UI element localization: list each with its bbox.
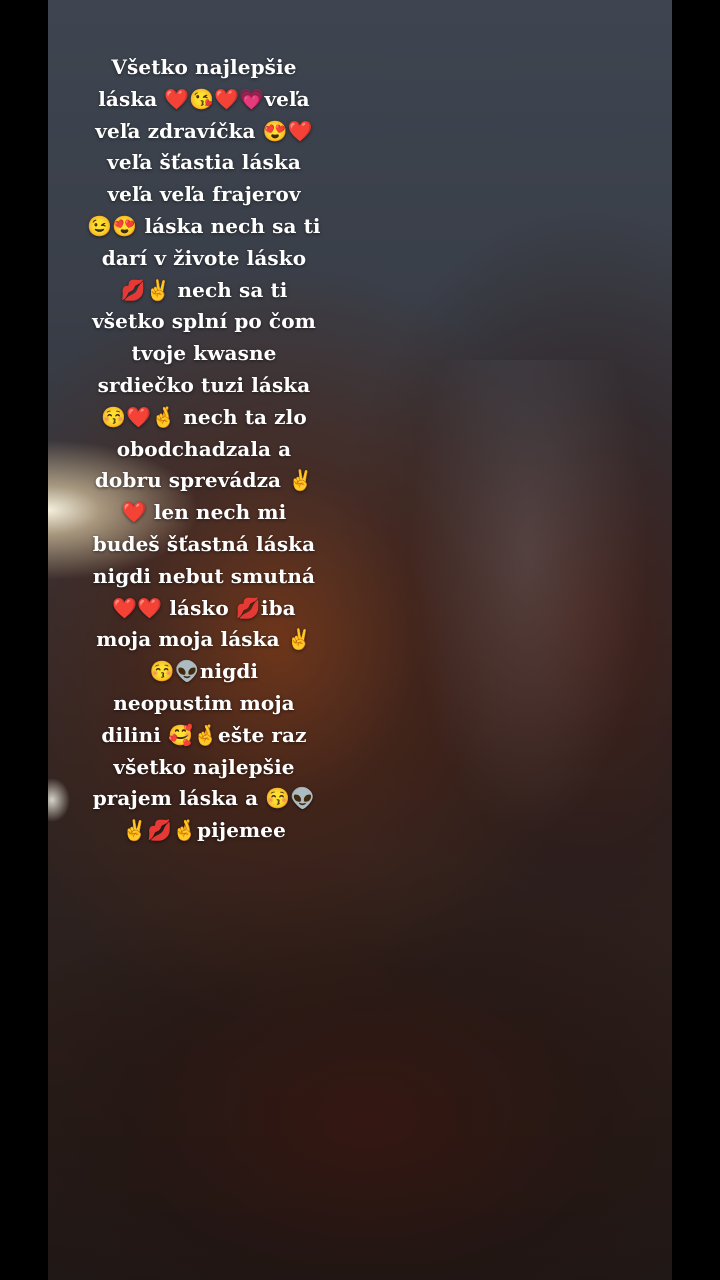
caption-line: moja moja láska ✌️	[96, 627, 312, 652]
story-caption: Všetko najlepšie láska ❤️😘❤️💗veľa veľa z…	[74, 52, 334, 847]
caption-line: 😉😍 láska nech sa ti	[87, 213, 321, 238]
caption-line: ❤️❤️ lásko 💋iba	[112, 595, 296, 620]
caption-line: 😚❤️🤞 nech ta zlo	[101, 404, 307, 429]
caption-line: 💋✌️ nech sa ti	[120, 277, 288, 302]
letterbox-right	[672, 0, 720, 1280]
caption-line: ✌️💋🤞pijemee	[122, 818, 286, 843]
caption-line: 😚👽nigdi	[149, 659, 259, 684]
caption-line: neopustim moja	[113, 690, 295, 715]
caption-line: tvoje kwasne	[131, 341, 277, 366]
caption-line: láska ❤️😘❤️💗veľa	[98, 86, 310, 111]
caption-line: dilini 🥰🤞ešte raz	[101, 722, 307, 747]
caption-line: budeš šťastná láska	[92, 531, 316, 556]
caption-line: veľa šťastia láska	[107, 150, 301, 175]
caption-line: obodchadzala a	[116, 436, 292, 461]
photo-haze	[408, 360, 648, 840]
caption-line: ❤️ len nech mi	[121, 500, 287, 525]
caption-line: darí v živote lásko	[101, 245, 307, 270]
caption-line: nigdi nebut smutná	[92, 563, 316, 588]
caption-line: prajem láska a 😚👽	[92, 786, 316, 811]
caption-line: Všetko najlepšie	[111, 55, 297, 79]
caption-line: veľa zdravíčka 😍❤️	[95, 118, 313, 143]
caption-line: veľa veľa frajerov	[107, 182, 301, 207]
story-screen: Všetko najlepšie láska ❤️😘❤️💗veľa veľa z…	[0, 0, 720, 1280]
caption-line: všetko splní po čom	[92, 309, 316, 334]
caption-line: dobru sprevádza ✌️	[94, 468, 314, 493]
caption-line: všetko najlepšie	[113, 754, 295, 779]
letterbox-left	[0, 0, 48, 1280]
caption-line: srdiečko tuzi láska	[97, 372, 311, 397]
